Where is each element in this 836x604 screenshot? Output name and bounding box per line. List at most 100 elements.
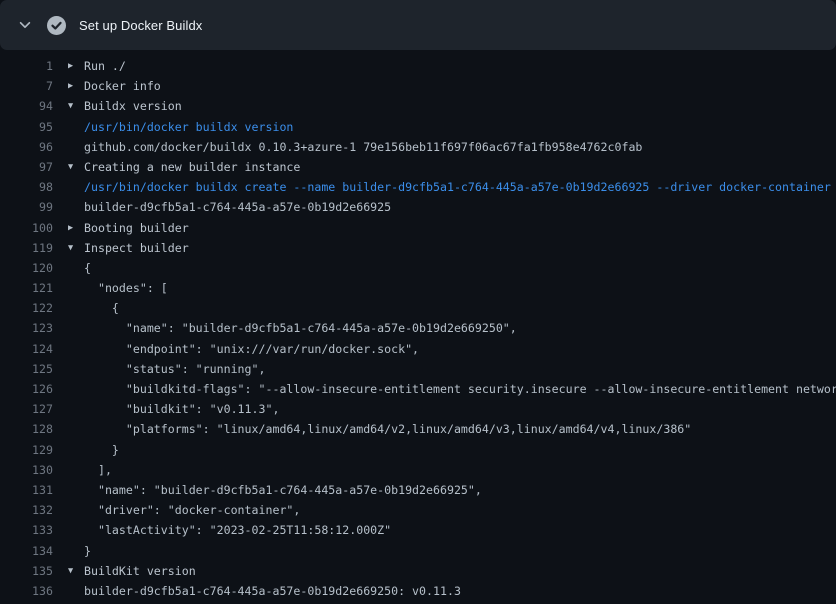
log-line-number[interactable]: 1 xyxy=(0,56,53,76)
group-toggle-icon xyxy=(68,298,84,318)
log-line-text: } xyxy=(84,541,836,561)
log-line: 134 } xyxy=(0,541,836,561)
group-toggle-icon xyxy=(68,359,84,379)
log-line: 136 builder-d9cfb5a1-c764-445a-a57e-0b19… xyxy=(0,581,836,601)
log-line: 124 "endpoint": "unix:///var/run/docker.… xyxy=(0,339,836,359)
group-toggle-icon[interactable]: ▼ xyxy=(68,157,84,177)
log-view: 1 ▶ Run ./ 7 ▶ Docker info 94 ▼ Buildx v… xyxy=(0,50,836,601)
log-line-number[interactable]: 129 xyxy=(0,440,53,460)
log-line-number[interactable]: 121 xyxy=(0,278,53,298)
log-line-text: ], xyxy=(84,460,836,480)
step-header[interactable]: Set up Docker Buildx xyxy=(0,0,836,50)
group-toggle-icon xyxy=(68,117,84,137)
log-line-number[interactable]: 119 xyxy=(0,238,53,258)
log-line-text: /usr/bin/docker buildx create --name bui… xyxy=(84,177,836,197)
log-line: 1 ▶ Run ./ xyxy=(0,56,836,76)
log-line-text: "driver": "docker-container", xyxy=(84,500,836,520)
log-line-number[interactable]: 96 xyxy=(0,137,53,157)
log-line: 99 builder-d9cfb5a1-c764-445a-a57e-0b19d… xyxy=(0,197,836,217)
group-toggle-icon xyxy=(68,137,84,157)
log-line-number[interactable]: 100 xyxy=(0,218,53,238)
log-lines: 1 ▶ Run ./ 7 ▶ Docker info 94 ▼ Buildx v… xyxy=(0,56,836,601)
log-line-number[interactable]: 95 xyxy=(0,117,53,137)
step-title: Set up Docker Buildx xyxy=(79,18,202,33)
log-line: 121 "nodes": [ xyxy=(0,278,836,298)
log-line: 120 { xyxy=(0,258,836,278)
group-toggle-icon xyxy=(68,379,84,399)
log-line-text: Inspect builder xyxy=(84,238,836,258)
group-toggle-icon[interactable]: ▶ xyxy=(68,56,84,76)
log-line: 98 /usr/bin/docker buildx create --name … xyxy=(0,177,836,197)
log-line: 119 ▼ Inspect builder xyxy=(0,238,836,258)
group-toggle-icon[interactable]: ▼ xyxy=(68,238,84,258)
chevron-down-icon[interactable] xyxy=(17,17,33,33)
log-line: 130 ], xyxy=(0,460,836,480)
log-line: 131 "name": "builder-d9cfb5a1-c764-445a-… xyxy=(0,480,836,500)
log-line: 95 /usr/bin/docker buildx version xyxy=(0,117,836,137)
group-toggle-icon[interactable]: ▶ xyxy=(68,76,84,96)
group-toggle-icon xyxy=(68,440,84,460)
log-line-text: "name": "builder-d9cfb5a1-c764-445a-a57e… xyxy=(84,480,836,500)
log-line-text: github.com/docker/buildx 0.10.3+azure-1 … xyxy=(84,137,836,157)
log-line-number[interactable]: 7 xyxy=(0,76,53,96)
log-line-text: "endpoint": "unix:///var/run/docker.sock… xyxy=(84,339,836,359)
log-line-number[interactable]: 133 xyxy=(0,520,53,540)
log-line: 127 "buildkit": "v0.11.3", xyxy=(0,399,836,419)
group-toggle-icon xyxy=(68,177,84,197)
log-line: 7 ▶ Docker info xyxy=(0,76,836,96)
log-line-text: Run ./ xyxy=(84,56,836,76)
check-circle-icon xyxy=(46,15,66,35)
log-line-text: Booting builder xyxy=(84,218,836,238)
log-line-text: "nodes": [ xyxy=(84,278,836,298)
log-line-number[interactable]: 124 xyxy=(0,339,53,359)
group-toggle-icon xyxy=(68,339,84,359)
log-line-number[interactable]: 99 xyxy=(0,197,53,217)
log-line-number[interactable]: 132 xyxy=(0,500,53,520)
log-line-text: Docker info xyxy=(84,76,836,96)
log-line: 100 ▶ Booting builder xyxy=(0,218,836,238)
group-toggle-icon[interactable]: ▼ xyxy=(68,561,84,581)
log-line-text: } xyxy=(84,440,836,460)
log-line-number[interactable]: 123 xyxy=(0,318,53,338)
log-line-text: { xyxy=(84,258,836,278)
log-line-number[interactable]: 134 xyxy=(0,541,53,561)
log-line: 96 github.com/docker/buildx 0.10.3+azure… xyxy=(0,137,836,157)
log-line: 132 "driver": "docker-container", xyxy=(0,500,836,520)
log-line: 128 "platforms": "linux/amd64,linux/amd6… xyxy=(0,419,836,439)
group-toggle-icon xyxy=(68,541,84,561)
group-toggle-icon[interactable]: ▼ xyxy=(68,96,84,116)
group-toggle-icon xyxy=(68,520,84,540)
log-line-number[interactable]: 94 xyxy=(0,96,53,116)
log-line-text: Buildx version xyxy=(84,96,836,116)
log-line-number[interactable]: 135 xyxy=(0,561,53,581)
log-line: 123 "name": "builder-d9cfb5a1-c764-445a-… xyxy=(0,318,836,338)
log-line-text: "name": "builder-d9cfb5a1-c764-445a-a57e… xyxy=(84,318,836,338)
log-line-number[interactable]: 131 xyxy=(0,480,53,500)
group-toggle-icon xyxy=(68,197,84,217)
log-line-number[interactable]: 127 xyxy=(0,399,53,419)
log-line: 126 "buildkitd-flags": "--allow-insecure… xyxy=(0,379,836,399)
log-line-text: "lastActivity": "2023-02-25T11:58:12.000… xyxy=(84,520,836,540)
group-toggle-icon xyxy=(68,581,84,601)
group-toggle-icon xyxy=(68,500,84,520)
log-line-number[interactable]: 122 xyxy=(0,298,53,318)
log-line-text: "buildkit": "v0.11.3", xyxy=(84,399,836,419)
log-line-number[interactable]: 98 xyxy=(0,177,53,197)
log-line-text: "status": "running", xyxy=(84,359,836,379)
log-line-text: /usr/bin/docker buildx version xyxy=(84,117,836,137)
log-line: 97 ▼ Creating a new builder instance xyxy=(0,157,836,177)
log-line-number[interactable]: 128 xyxy=(0,419,53,439)
log-line: 135 ▼ BuildKit version xyxy=(0,561,836,581)
group-toggle-icon[interactable]: ▶ xyxy=(68,218,84,238)
log-line-number[interactable]: 136 xyxy=(0,581,53,601)
log-line-number[interactable]: 120 xyxy=(0,258,53,278)
log-line-number[interactable]: 125 xyxy=(0,359,53,379)
group-toggle-icon xyxy=(68,480,84,500)
log-line-number[interactable]: 97 xyxy=(0,157,53,177)
log-line-text: builder-d9cfb5a1-c764-445a-a57e-0b19d2e6… xyxy=(84,197,836,217)
log-line-number[interactable]: 126 xyxy=(0,379,53,399)
group-toggle-icon xyxy=(68,318,84,338)
log-line: 129 } xyxy=(0,440,836,460)
log-line-number[interactable]: 130 xyxy=(0,460,53,480)
log-line-text: "buildkitd-flags": "--allow-insecure-ent… xyxy=(84,379,836,399)
